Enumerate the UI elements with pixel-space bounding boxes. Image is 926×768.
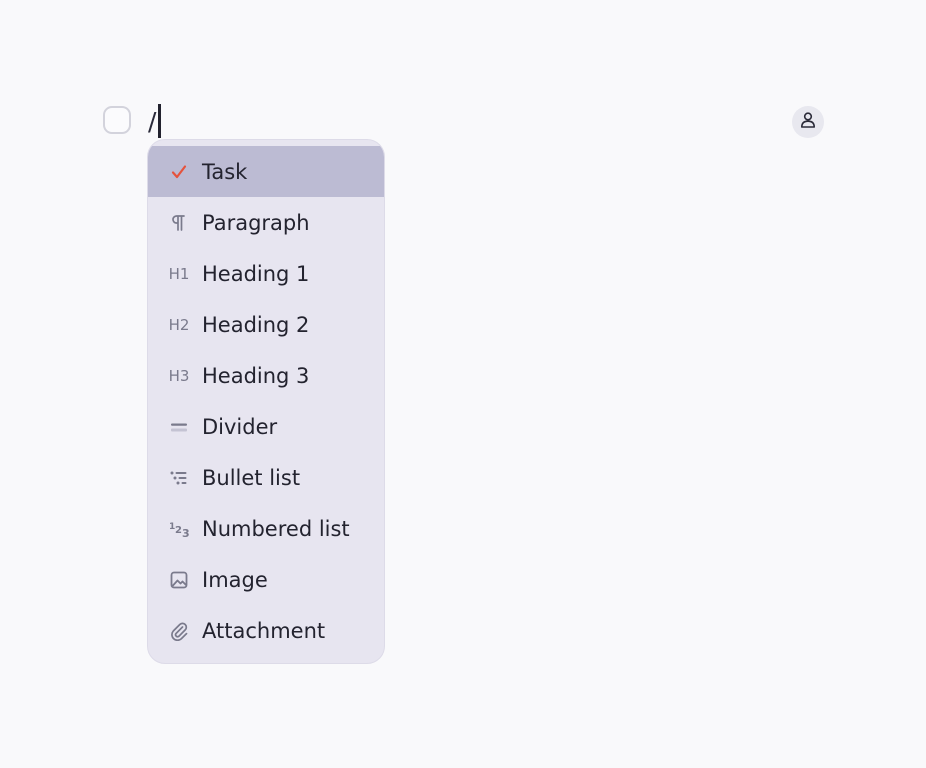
bullet-list-icon (168, 467, 190, 489)
menu-item-bullet-list[interactable]: Bullet list (148, 452, 384, 503)
menu-item-label: Heading 3 (202, 363, 310, 388)
text-caret (158, 104, 162, 138)
menu-item-label: Attachment (202, 618, 326, 643)
menu-item-heading-2[interactable]: H2 Heading 2 (148, 299, 384, 350)
image-icon (168, 569, 190, 591)
menu-item-label: Task (202, 159, 248, 184)
menu-item-label: Heading 1 (202, 261, 310, 286)
pilcrow-icon (168, 212, 190, 234)
heading-1-icon: H1 (168, 264, 190, 283)
task-complete-checkbox[interactable] (103, 106, 131, 134)
menu-item-label: Heading 2 (202, 312, 310, 337)
menu-item-label: Paragraph (202, 210, 310, 235)
menu-item-numbered-list[interactable]: 1 2 3 Numbered list (148, 503, 384, 554)
divider-icon (168, 416, 190, 438)
slash-command-menu: Task Paragraph H1 Heading 1 H2 Heading 2… (147, 139, 385, 664)
check-icon (168, 161, 190, 183)
paperclip-icon (168, 620, 190, 642)
slash-command-text: / (148, 106, 157, 136)
menu-item-label: Image (202, 567, 268, 592)
svg-text:2: 2 (175, 525, 182, 536)
menu-item-heading-3[interactable]: H3 Heading 3 (148, 350, 384, 401)
menu-item-task[interactable]: Task (148, 146, 384, 197)
menu-item-divider[interactable]: Divider (148, 401, 384, 452)
task-editor-page: / Task Paragraph H1 Heading 1 H2 Heading… (0, 0, 926, 768)
task-title-input[interactable]: / (148, 101, 162, 141)
menu-item-image[interactable]: Image (148, 554, 384, 605)
assignee-button[interactable] (792, 106, 824, 138)
menu-item-attachment[interactable]: Attachment (148, 605, 384, 656)
menu-item-heading-1[interactable]: H1 Heading 1 (148, 248, 384, 299)
menu-item-label: Numbered list (202, 516, 350, 541)
person-icon (799, 111, 817, 133)
menu-item-label: Bullet list (202, 465, 301, 490)
menu-item-label: Divider (202, 414, 278, 439)
numbered-list-icon: 1 2 3 (168, 518, 190, 540)
svg-text:3: 3 (182, 527, 190, 539)
menu-item-paragraph[interactable]: Paragraph (148, 197, 384, 248)
heading-2-icon: H2 (168, 315, 190, 334)
heading-3-icon: H3 (168, 366, 190, 385)
